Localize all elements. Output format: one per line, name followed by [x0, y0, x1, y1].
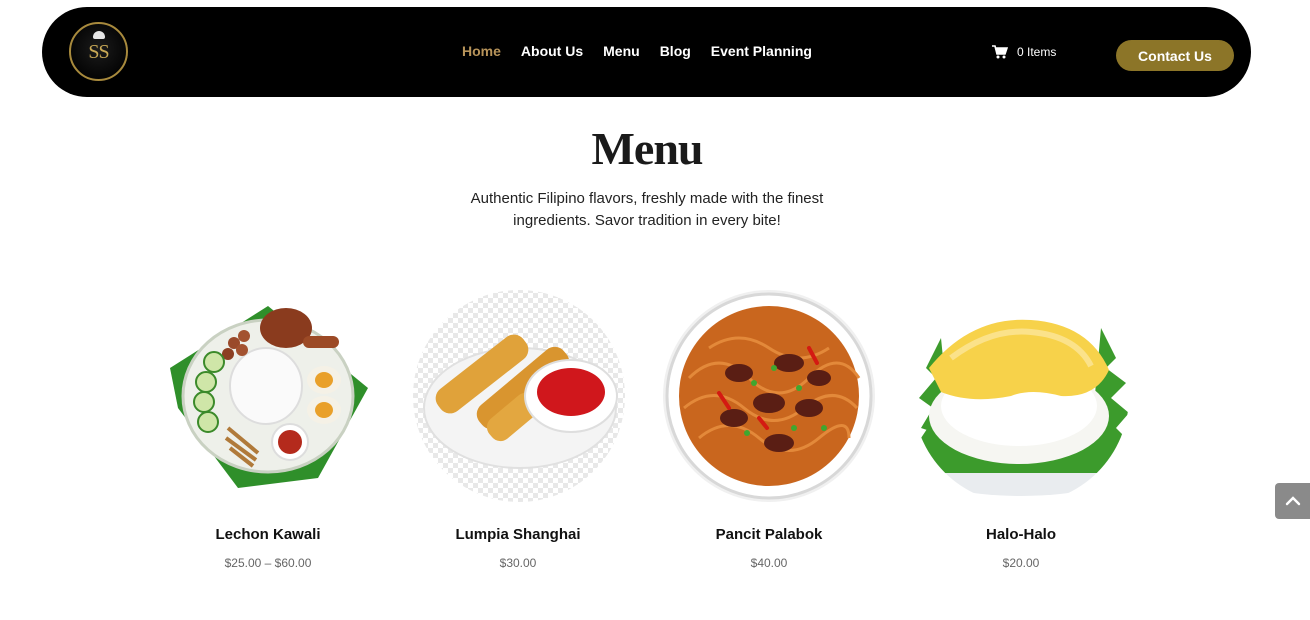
menu-item-card[interactable]: Halo-Halo $20.00 — [911, 288, 1131, 570]
site-header: SS Home About Us Menu Blog Event Plannin… — [42, 7, 1251, 97]
menu-item-name[interactable]: Lumpia Shanghai — [408, 526, 628, 543]
scroll-to-top-button[interactable] — [1275, 483, 1310, 519]
menu-item-price: $40.00 — [750, 556, 788, 570]
nav-menu[interactable]: Menu — [603, 43, 640, 59]
nav-blog[interactable]: Blog — [660, 43, 691, 59]
page-title: Menu — [591, 123, 704, 174]
rice-plate-icon[interactable] — [158, 288, 378, 506]
menu-item-price: $30.00 — [499, 556, 537, 570]
logo-text: SS — [88, 41, 109, 63]
main-nav: Home About Us Menu Blog Event Planning — [462, 43, 812, 59]
menu-item-card[interactable]: Lumpia Shanghai $30.00 — [408, 288, 628, 570]
menu-item-card[interactable]: Pancit Palabok $40.00 — [659, 288, 879, 570]
contact-us-button[interactable]: Contact Us — [1116, 40, 1234, 71]
nav-about-us[interactable]: About Us — [521, 43, 583, 59]
menu-item-name[interactable]: Halo-Halo — [911, 526, 1131, 543]
shopping-cart-icon — [992, 45, 1008, 59]
chef-hat-icon — [93, 31, 105, 39]
page-subtitle: Authentic Filipino flavors, freshly made… — [447, 188, 847, 232]
nav-event-planning[interactable]: Event Planning — [711, 43, 812, 59]
nav-home[interactable]: Home — [462, 43, 501, 59]
menu-item-card[interactable]: Lechon Kawali $25.00 – $60.00 — [158, 288, 378, 570]
noodle-bowl-icon[interactable] — [659, 288, 879, 506]
subtitle-line-1: Authentic Filipino flavors, freshly made… — [470, 190, 824, 207]
menu-item-name[interactable]: Pancit Palabok — [659, 526, 879, 543]
chevron-up-icon — [1285, 496, 1300, 506]
subtitle-line-2: ingredients. Savor tradition in every bi… — [513, 212, 781, 229]
cart-count: 0 Items — [1017, 45, 1057, 59]
spring-rolls-icon[interactable] — [408, 288, 628, 506]
cart-link[interactable]: 0 Items — [992, 45, 1056, 59]
menu-item-price: $25.00 – $60.00 — [224, 556, 312, 570]
site-logo[interactable]: SS — [69, 22, 128, 81]
dessert-plate-icon[interactable] — [911, 288, 1131, 506]
menu-item-price: $20.00 — [1002, 556, 1040, 570]
menu-item-name[interactable]: Lechon Kawali — [158, 526, 378, 543]
